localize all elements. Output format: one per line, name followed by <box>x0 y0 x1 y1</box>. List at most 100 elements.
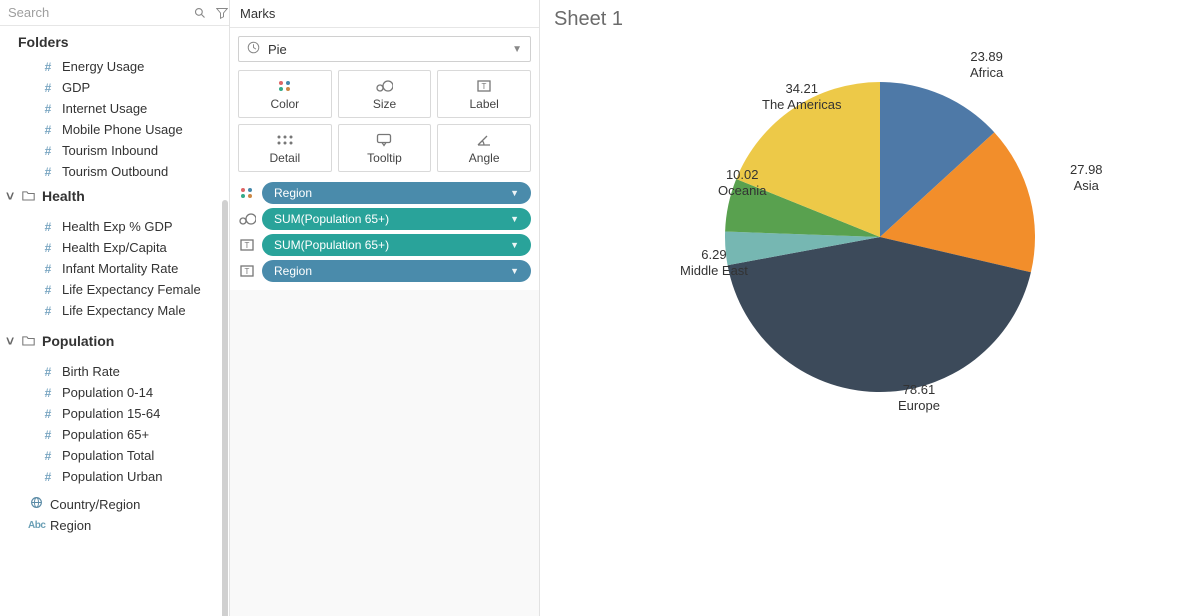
mark-detail-button[interactable]: Detail <box>238 124 332 172</box>
number-icon: # <box>40 283 56 297</box>
mark-tooltip-button[interactable]: Tooltip <box>338 124 432 172</box>
sheet-title: Sheet 1 <box>550 6 1190 37</box>
mark-type-select[interactable]: Pie ▼ <box>238 36 531 62</box>
funnel-icon[interactable] <box>212 3 230 23</box>
chevron-down-icon: ▼ <box>510 188 519 198</box>
folder-health[interactable]: ˅ Health <box>0 182 229 210</box>
search-icon[interactable] <box>190 3 210 23</box>
scrollbar[interactable] <box>222 200 228 616</box>
pill-label: Region <box>274 186 312 200</box>
data-pane: ▾ Folders # Energy Usage # GDP # Interne… <box>0 0 230 616</box>
field-population-urban[interactable]: # Population Urban <box>0 466 229 487</box>
folder-label: Population <box>42 333 114 349</box>
number-icon: # <box>40 123 56 137</box>
mark-angle-button[interactable]: Angle <box>437 124 531 172</box>
worksheet-area: Sheet 1 23.89Africa27.98Asia78.61Europe6… <box>540 0 1200 616</box>
field-label: Infant Mortality Rate <box>62 261 178 276</box>
tooltip-icon <box>376 131 392 149</box>
mark-button-label: Size <box>373 97 396 111</box>
field-population-0-14[interactable]: # Population 0-14 <box>0 382 229 403</box>
number-icon: # <box>40 220 56 234</box>
field-label: Region <box>50 518 91 533</box>
field-country-region[interactable]: Country/Region <box>0 493 229 515</box>
field-label: Population 0-14 <box>62 385 153 400</box>
field-label: Population Total <box>62 448 154 463</box>
field-population-total[interactable]: # Population Total <box>0 445 229 466</box>
field-label: GDP <box>62 80 90 95</box>
field-gdp[interactable]: # GDP <box>0 77 229 98</box>
number-icon: # <box>40 165 56 179</box>
field-birth-rate[interactable]: # Birth Rate <box>0 361 229 382</box>
field-health-exp-capita[interactable]: # Health Exp/Capita <box>0 237 229 258</box>
field-label: Internet Usage <box>62 101 147 116</box>
pie-chart[interactable]: 23.89Africa27.98Asia78.61Europe6.29Middl… <box>550 37 1190 610</box>
shelf-row: SUM(Population 65+) ▼ <box>238 208 531 230</box>
field-tourism-inbound[interactable]: # Tourism Inbound <box>0 140 229 161</box>
mark-size-button[interactable]: Size <box>338 70 432 118</box>
field-infant-mortality-rate[interactable]: # Infant Mortality Rate <box>0 258 229 279</box>
colordots-icon <box>238 184 256 202</box>
number-icon: # <box>40 102 56 116</box>
folder-population[interactable]: ˅ Population <box>0 327 229 355</box>
shelf-pill-0[interactable]: Region ▼ <box>262 182 531 204</box>
field-life-expectancy-female[interactable]: # Life Expectancy Female <box>0 279 229 300</box>
shelf-pill-1[interactable]: SUM(Population 65+) ▼ <box>262 208 531 230</box>
pill-label: SUM(Population 65+) <box>274 212 389 226</box>
detail-icon <box>276 131 294 149</box>
field-label: Birth Rate <box>62 364 120 379</box>
chevron-down-icon: ▼ <box>510 266 519 276</box>
field-mobile-phone-usage[interactable]: # Mobile Phone Usage <box>0 119 229 140</box>
shelf-row: T Region ▼ <box>238 260 531 282</box>
folder-label: Health <box>42 188 85 204</box>
field-label: Population 65+ <box>62 427 149 442</box>
field-label: Tourism Outbound <box>62 164 168 179</box>
field-label: Life Expectancy Female <box>62 282 201 297</box>
folder-icon <box>22 333 36 349</box>
mark-type-label: Pie <box>268 42 504 57</box>
size-icon <box>375 77 393 95</box>
field-population-65-[interactable]: # Population 65+ <box>0 424 229 445</box>
abc-icon: Abc <box>28 520 44 531</box>
shelf-pill-3[interactable]: Region ▼ <box>262 260 531 282</box>
field-health-exp-gdp[interactable]: # Health Exp % GDP <box>0 216 229 237</box>
globe-icon <box>28 496 44 512</box>
field-label: Tourism Inbound <box>62 143 158 158</box>
field-energy-usage[interactable]: # Energy Usage <box>0 56 229 77</box>
field-label: Life Expectancy Male <box>62 303 186 318</box>
clock-icon <box>247 41 260 57</box>
field-life-expectancy-male[interactable]: # Life Expectancy Male <box>0 300 229 321</box>
chevron-down-icon: ▼ <box>510 214 519 224</box>
field-internet-usage[interactable]: # Internet Usage <box>0 98 229 119</box>
shelf-pill-2[interactable]: SUM(Population 65+) ▼ <box>262 234 531 256</box>
number-icon: # <box>40 60 56 74</box>
field-label: Health Exp/Capita <box>62 240 167 255</box>
number-icon: # <box>40 144 56 158</box>
field-region[interactable]: Abc Region <box>0 515 229 536</box>
field-label: Country/Region <box>50 497 140 512</box>
size-icon <box>238 210 256 228</box>
mark-color-button[interactable]: Color <box>238 70 332 118</box>
folders-heading: Folders <box>0 26 229 56</box>
marks-pane: Marks Pie ▼ Color Size T Label Detail To… <box>230 0 540 616</box>
mark-button-label: Angle <box>469 151 500 165</box>
number-icon: # <box>40 470 56 484</box>
colordots-icon <box>277 77 293 95</box>
shelf-row: Region ▼ <box>238 182 531 204</box>
data-fields-list: Folders # Energy Usage # GDP # Internet … <box>0 26 229 616</box>
chevron-down-icon: ▼ <box>512 44 522 55</box>
field-label: Mobile Phone Usage <box>62 122 183 137</box>
mark-button-label: Tooltip <box>367 151 402 165</box>
pill-label: Region <box>274 264 312 278</box>
chevron-down-icon: ˅ <box>6 188 16 204</box>
number-icon: # <box>40 386 56 400</box>
label-icon: T <box>238 262 256 280</box>
shelf-row: T SUM(Population 65+) ▼ <box>238 234 531 256</box>
field-tourism-outbound[interactable]: # Tourism Outbound <box>0 161 229 182</box>
svg-text:T: T <box>245 267 250 276</box>
chevron-down-icon: ˅ <box>6 333 16 349</box>
mark-label-button[interactable]: T Label <box>437 70 531 118</box>
field-label: Health Exp % GDP <box>62 219 173 234</box>
search-input[interactable] <box>4 2 188 24</box>
field-population-15-64[interactable]: # Population 15-64 <box>0 403 229 424</box>
number-icon: # <box>40 407 56 421</box>
